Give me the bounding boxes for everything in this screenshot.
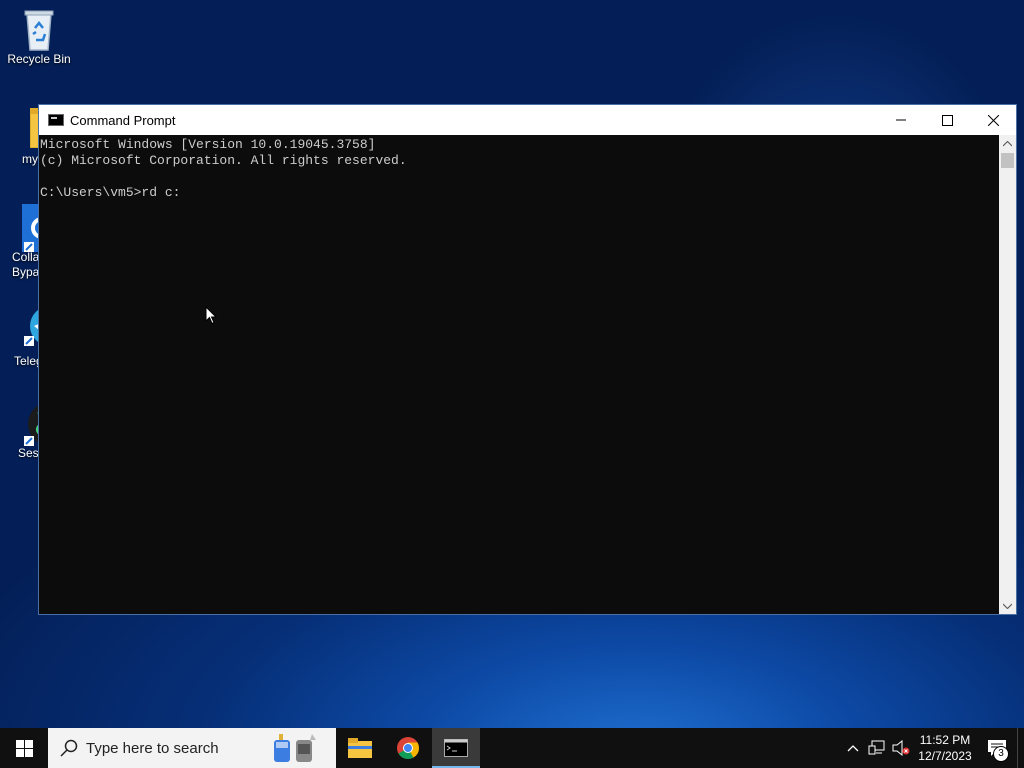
close-button[interactable] [970,105,1016,135]
volume-button[interactable] [889,728,913,768]
clock[interactable]: 11:52 PM 12/7/2023 [913,732,977,764]
clock-date: 12/7/2023 [918,749,972,763]
minimize-icon [896,119,906,121]
command-prompt-window[interactable]: Command Prompt Microsoft Windows [Versio… [38,104,1017,615]
maximize-icon [941,114,953,126]
vertical-scrollbar[interactable] [999,135,1016,614]
chevron-up-icon [847,745,859,752]
command-prompt-icon [444,739,468,757]
window-title: Command Prompt [70,112,176,128]
notification-center-button[interactable]: 3 [977,728,1017,768]
chevron-down-icon [1003,603,1012,609]
taskbar-command-prompt[interactable] [432,728,480,768]
clock-time: 11:52 PM [919,733,971,747]
scroll-up-button[interactable] [999,135,1016,152]
network-icon [868,740,885,755]
volume-muted-icon [892,740,910,756]
start-button[interactable] [0,728,48,768]
search-placeholder: Type here to search [86,739,219,757]
console-line: (c) Microsoft Corporation. All rights re… [40,153,407,168]
close-icon [987,114,999,126]
scrollbar-thumb[interactable] [1001,153,1014,168]
show-desktop-button[interactable] [1017,728,1024,768]
scroll-down-button[interactable] [999,597,1016,614]
search-highlight-icon [274,734,316,762]
taskbar: Type here to search 11:52 PM 12/7/2023 3 [0,728,1024,768]
file-explorer-icon [348,738,372,758]
taskbar-file-explorer[interactable] [336,728,384,768]
search-icon [60,739,78,757]
chrome-icon [397,737,419,759]
taskbar-chrome[interactable] [384,728,432,768]
network-button[interactable] [865,728,889,768]
window-titlebar[interactable]: Command Prompt [39,105,1016,135]
desktop-icon-label: Recycle Bin [7,52,71,66]
show-hidden-icons-button[interactable] [841,728,865,768]
console-line: Microsoft Windows [Version 10.0.19045.37… [40,137,376,152]
chevron-up-icon [1003,140,1012,146]
recycle-bin-icon [19,8,59,51]
maximize-button[interactable] [924,105,970,135]
system-tray: 11:52 PM 12/7/2023 3 [841,728,1024,768]
taskbar-search-box[interactable]: Type here to search [48,728,336,768]
desktop-icon-recycle-bin[interactable]: Recycle Bin [4,8,74,67]
console-output[interactable]: Microsoft Windows [Version 10.0.19045.37… [39,135,999,614]
windows-logo-icon [15,739,33,757]
console-prompt-line: C:\Users\vm5>rd c: [40,185,181,200]
mouse-cursor-icon [205,306,217,325]
minimize-button[interactable] [878,105,924,135]
command-prompt-icon [48,114,64,126]
notification-count-badge: 3 [993,746,1009,762]
